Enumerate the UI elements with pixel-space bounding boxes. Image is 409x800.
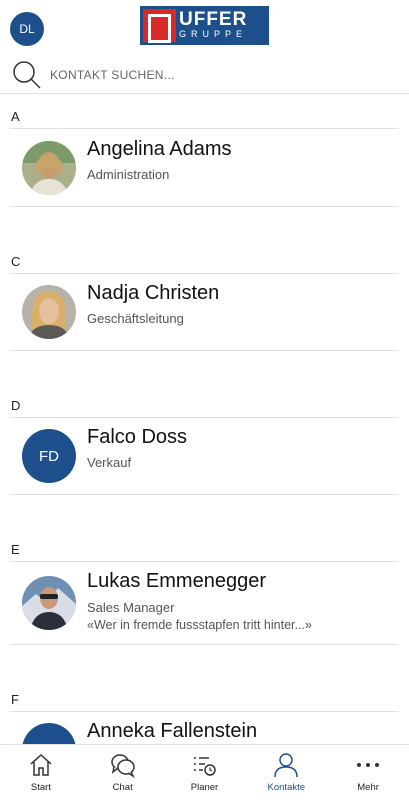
planner-icon	[194, 757, 217, 776]
contact-avatar-photo	[22, 285, 76, 339]
divider	[10, 494, 398, 495]
section-letter-e: E	[11, 542, 20, 557]
contact-nadja-christen[interactable]: Nadja Christen Geschäftsleitung	[10, 274, 398, 351]
section-letter-d: D	[11, 398, 21, 413]
contact-role: Sales Manager	[87, 600, 175, 615]
divider	[10, 350, 398, 351]
logo-mark-icon	[143, 9, 176, 43]
contact-name: Angelina Adams	[87, 138, 232, 160]
contact-name: Falco Doss	[87, 426, 188, 448]
contact-name: Anneka Fallenstein	[87, 720, 258, 742]
tab-mehr[interactable]: Mehr	[327, 745, 409, 800]
tab-chat[interactable]: Chat	[82, 745, 164, 800]
user-initials: DL	[19, 22, 35, 36]
tab-label: Mehr	[357, 782, 379, 793]
user-avatar[interactable]: DL	[10, 12, 44, 46]
contact-search-bar	[0, 56, 409, 94]
contact-avatar-photo	[22, 576, 76, 630]
section-letter-f: F	[11, 692, 19, 707]
divider	[10, 644, 398, 645]
contacts-icon	[274, 753, 299, 778]
tab-label: Chat	[112, 782, 133, 793]
contact-role: Geschäftsleitung	[87, 311, 184, 326]
bottom-tab-bar: Start Chat Planer Kontakte Mehr	[0, 744, 409, 800]
divider	[10, 206, 398, 207]
section-letter-c: C	[11, 254, 21, 269]
app-header: DL UFFER GRUPPE	[0, 0, 409, 52]
contact-falco-doss[interactable]: FD Falco Doss Verkauf	[10, 418, 398, 495]
section-letter-a: A	[11, 109, 20, 124]
logo-main-text: UFFER	[179, 9, 248, 30]
company-logo: UFFER GRUPPE	[140, 6, 269, 45]
logo-sub-text: GRUPPE	[179, 29, 248, 39]
contact-name: Nadja Christen	[87, 282, 220, 304]
contact-name: Lukas Emmenegger	[87, 570, 266, 592]
tab-kontakte[interactable]: Kontakte	[245, 745, 327, 800]
home-icon	[30, 753, 52, 776]
search-input[interactable]	[50, 64, 380, 86]
tab-planer[interactable]: Planer	[164, 745, 246, 800]
chat-icon	[110, 754, 135, 778]
contact-avatar-photo	[22, 141, 76, 195]
contact-angelina-adams[interactable]: Angelina Adams Administration	[10, 129, 398, 207]
tab-start[interactable]: Start	[0, 745, 82, 800]
contact-lukas-emmenegger[interactable]: Lukas Emmenegger Sales Manager «Wer in f…	[10, 562, 398, 644]
contact-avatar-initials: FD	[22, 429, 76, 483]
contact-anneka-fallenstein[interactable]: Anneka Fallenstein	[10, 712, 398, 745]
contact-avatar-initials	[22, 723, 76, 745]
tab-label: Start	[30, 782, 51, 793]
contact-list: A Angelina Adams Administration C Nadja …	[0, 95, 409, 745]
more-icon	[357, 763, 380, 767]
contact-status-message: «Wer in fremde fussstapfen tritt hinter.…	[87, 618, 312, 632]
tab-label: Planer	[190, 782, 219, 793]
tab-label: Kontakte	[267, 782, 306, 793]
contact-role: Administration	[87, 167, 170, 182]
search-icon[interactable]	[12, 60, 42, 90]
contact-role: Verkauf	[87, 455, 132, 470]
